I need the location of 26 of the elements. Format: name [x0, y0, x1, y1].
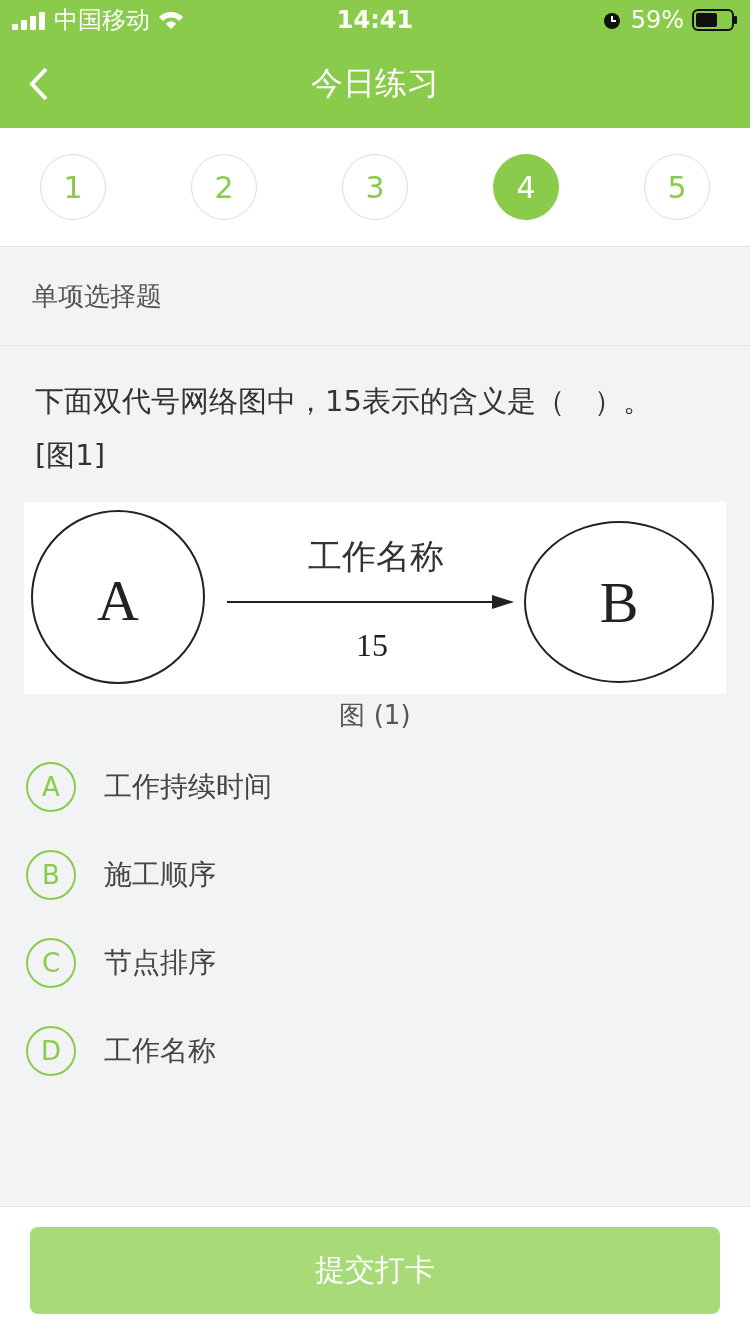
- question-number-button[interactable]: 3: [342, 154, 408, 220]
- question-number-button[interactable]: 5: [644, 154, 710, 220]
- question-number-button[interactable]: 4: [493, 154, 559, 220]
- option-letter[interactable]: A: [26, 762, 76, 812]
- carrier-name: 中国移动: [54, 5, 150, 36]
- wifi-icon: [158, 10, 184, 30]
- figure-reference: [图1]: [35, 438, 106, 472]
- option-text[interactable]: 工作名称: [104, 1032, 216, 1070]
- battery-icon: [692, 9, 738, 31]
- battery-percent: 59%: [630, 6, 684, 34]
- status-time: 14:41: [336, 6, 414, 34]
- signal-icon: [12, 10, 46, 30]
- question-text: 下面双代号网络图中，15表示的含义是（ ）。: [35, 384, 652, 418]
- option-letter[interactable]: C: [26, 938, 76, 988]
- option-letter[interactable]: D: [26, 1026, 76, 1076]
- question-number-button[interactable]: 2: [191, 154, 257, 220]
- option-letter[interactable]: B: [26, 850, 76, 900]
- option-text[interactable]: 节点排序: [104, 944, 216, 982]
- network-diagram: A B 工作名称 15: [24, 502, 726, 694]
- section-title: 单项选择题: [32, 279, 162, 313]
- option-text[interactable]: 施工顺序: [104, 856, 216, 894]
- question-number-button[interactable]: 1: [40, 154, 106, 220]
- option-text[interactable]: 工作持续时间: [104, 768, 272, 806]
- back-icon[interactable]: [28, 66, 50, 102]
- figure-caption: 图 (1): [339, 700, 411, 730]
- page-title: 今日练习: [311, 63, 439, 104]
